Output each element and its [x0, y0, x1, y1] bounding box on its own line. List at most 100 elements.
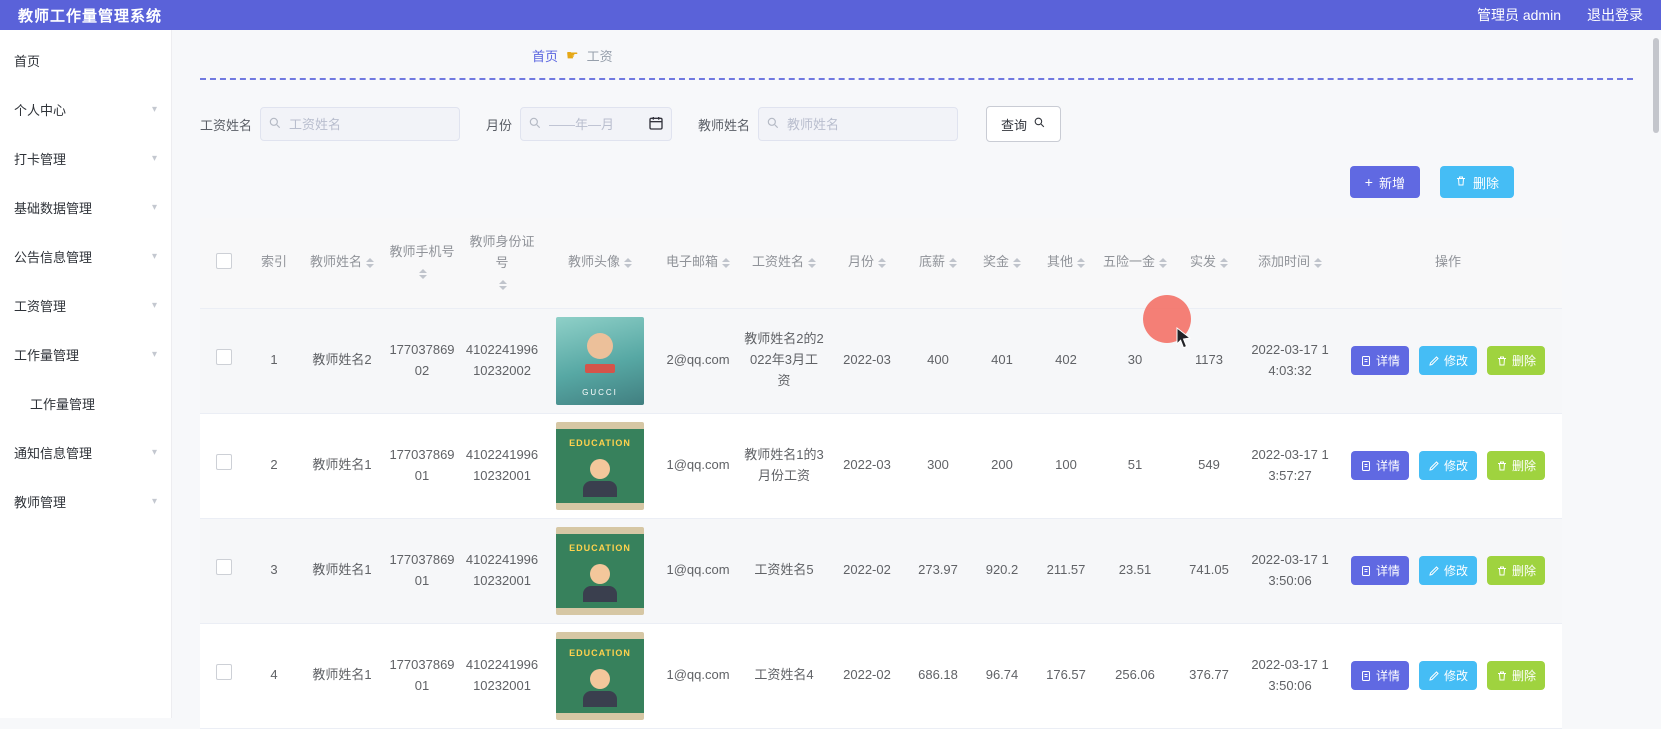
salary-name-input-wrap — [260, 107, 461, 141]
sort-icon[interactable] — [1159, 254, 1167, 272]
col-header-added[interactable]: 添加时间 — [1246, 218, 1334, 309]
col-header-month[interactable]: 月份 — [828, 218, 906, 309]
sidebar-item-4[interactable]: 公告信息管理 ▾ — [0, 232, 171, 281]
sidebar-item-2[interactable]: 打卡管理 ▾ — [0, 134, 171, 183]
sort-icon[interactable] — [722, 254, 730, 272]
detail-button[interactable]: 详情 — [1350, 661, 1409, 691]
sidebar-item-1[interactable]: 个人中心 ▾ — [0, 85, 171, 134]
delete-button[interactable]: 删除 — [1487, 661, 1546, 691]
sidebar-item-label: 工作量管理 — [14, 348, 80, 363]
row-checkbox[interactable] — [216, 454, 232, 471]
cell-id_card: 410224199610232001 — [460, 518, 544, 624]
edit-button[interactable]: 修改 — [1418, 556, 1477, 586]
col-header-net[interactable]: 实发 — [1172, 218, 1246, 309]
sort-icon[interactable] — [419, 265, 427, 283]
sidebar-item-5[interactable]: 工资管理 ▾ — [0, 281, 171, 330]
col-label: 实发 — [1189, 254, 1216, 270]
col-label: 教师手机号 — [389, 244, 455, 260]
op-label: 修改 — [1443, 354, 1468, 369]
delete-button[interactable]: 删除 — [1487, 346, 1546, 376]
add-button[interactable]: + 新增 — [1349, 166, 1420, 198]
col-header-actions: 操作 — [1334, 218, 1562, 309]
calendar-icon[interactable] — [648, 115, 664, 136]
col-header-id_card[interactable]: 教师身份证号 — [460, 218, 544, 309]
row-checkbox[interactable] — [216, 664, 232, 681]
sidebar-item-label: 首页 — [14, 54, 41, 69]
sort-icon[interactable] — [499, 276, 507, 294]
cell-month: 2022-02 — [828, 518, 906, 624]
col-label: 底薪 — [918, 254, 945, 270]
teacher-avatar: GUCCI — [556, 316, 644, 405]
sort-icon[interactable] — [1314, 254, 1322, 272]
sort-icon[interactable] — [949, 254, 957, 272]
sort-icon[interactable] — [366, 254, 374, 272]
sort-icon[interactable] — [808, 254, 816, 272]
sidebar-item-0[interactable]: 首页 — [0, 36, 171, 85]
sort-icon[interactable] — [1220, 254, 1228, 272]
delete-button[interactable]: 删除 — [1487, 556, 1546, 586]
topbar-right: 管理员 admin 退出登录 — [1477, 5, 1643, 25]
cell-email: 1@qq.com — [656, 623, 740, 729]
cell-bonus: 96.74 — [970, 623, 1034, 729]
trash-icon — [1496, 565, 1508, 577]
cell-base: 300 — [906, 413, 970, 519]
search-icon — [766, 116, 780, 135]
edit-button[interactable]: 修改 — [1418, 451, 1477, 481]
breadcrumb-home[interactable]: 首页 — [532, 46, 558, 65]
sidebar-item-6[interactable]: 工作量管理 ▾ — [0, 330, 171, 379]
delete-button[interactable]: 删除 — [1439, 166, 1514, 198]
col-header-base[interactable]: 底薪 — [906, 218, 970, 309]
avatar-text: EDUCATION — [569, 437, 631, 448]
teacher-name-input[interactable] — [758, 107, 959, 141]
col-header-other[interactable]: 其他 — [1034, 218, 1098, 309]
col-header-avatar[interactable]: 教师头像 — [544, 218, 656, 309]
sort-icon[interactable] — [1077, 254, 1085, 272]
detail-button[interactable]: 详情 — [1350, 346, 1409, 376]
detail-button[interactable]: 详情 — [1350, 451, 1409, 481]
op-label: 删除 — [1512, 564, 1537, 579]
sort-icon[interactable] — [624, 254, 632, 272]
table-row: 4 教师姓名1 17703786901 410224199610232001 EDUCA… — [200, 623, 1562, 729]
sidebar: 首页 个人中心 ▾ 打卡管理 ▾ 基础数据管理 ▾ 公告信息管理 ▾ 工资管理 ▾ 工作量管理 ▾ 工作量… — [0, 30, 172, 718]
delete-button[interactable]: 删除 — [1487, 451, 1546, 481]
edit-button[interactable]: 修改 — [1418, 661, 1477, 691]
scrollbar-thumb[interactable] — [1653, 38, 1659, 133]
cell-insurance: 23.51 — [1098, 518, 1172, 624]
cell-insurance: 256.06 — [1098, 623, 1172, 729]
table-row: 3 教师姓名1 17703786901 410224199610232001 EDUCA… — [200, 518, 1562, 624]
salary-name-input[interactable] — [260, 107, 461, 141]
logout-link[interactable]: 退出登录 — [1587, 5, 1643, 25]
detail-button[interactable]: 详情 — [1350, 556, 1409, 586]
sidebar-item-8[interactable]: 通知信息管理 ▾ — [0, 428, 171, 477]
col-label: 工资姓名 — [751, 254, 804, 270]
sidebar-item-3[interactable]: 基础数据管理 ▾ — [0, 183, 171, 232]
query-button[interactable]: 查询 — [986, 106, 1062, 142]
trash-icon — [1496, 670, 1508, 682]
cell-phone: 17703786901 — [384, 518, 460, 624]
col-header-checkbox — [200, 218, 248, 309]
cell-actions: 详情 修改 删除 — [1334, 308, 1562, 414]
col-label: 电子邮箱 — [665, 254, 718, 270]
col-header-phone[interactable]: 教师手机号 — [384, 218, 460, 309]
toolbar: + 新增 删除 — [200, 166, 1562, 198]
cell-month: 2022-03 — [828, 413, 906, 519]
row-checkbox[interactable] — [216, 559, 232, 576]
cell-actions: 详情 修改 删除 — [1334, 623, 1562, 729]
select-all-checkbox[interactable] — [216, 253, 232, 270]
col-label: 教师身份证号 — [469, 234, 535, 270]
edit-button[interactable]: 修改 — [1418, 346, 1477, 376]
row-checkbox[interactable] — [216, 349, 232, 366]
main-content: 首页 ☛ 工资 工资姓名 月份 教师姓 — [172, 30, 1661, 729]
cell-checkbox — [200, 308, 248, 414]
sidebar-item-9[interactable]: 教师管理 ▾ — [0, 477, 171, 526]
sidebar-item-7[interactable]: 工作量管理 — [0, 379, 171, 428]
col-header-teacher_name[interactable]: 教师姓名 — [300, 218, 384, 309]
col-header-email[interactable]: 电子邮箱 — [656, 218, 740, 309]
sort-icon[interactable] — [1013, 254, 1021, 272]
sort-icon[interactable] — [878, 254, 886, 272]
trash-icon — [1496, 355, 1508, 367]
col-header-salary_name[interactable]: 工资姓名 — [740, 218, 828, 309]
chevron-down-icon: ▾ — [151, 447, 157, 458]
cell-teacher_name: 教师姓名1 — [300, 518, 384, 624]
col-header-bonus[interactable]: 奖金 — [970, 218, 1034, 309]
